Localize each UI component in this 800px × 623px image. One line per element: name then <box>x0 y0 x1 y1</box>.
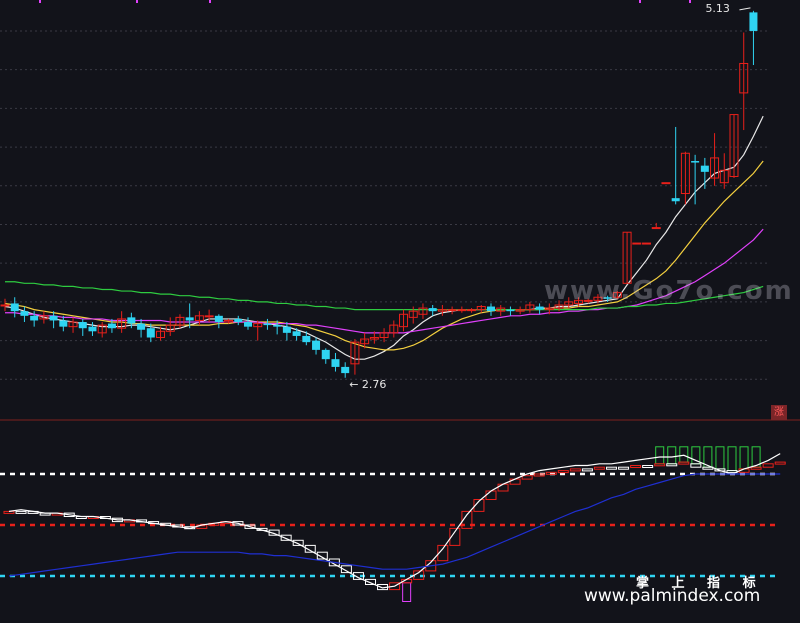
candle-body-down <box>185 317 194 321</box>
candle-body-down <box>749 12 758 31</box>
box-flat <box>581 468 593 472</box>
candle-body-down <box>146 328 155 338</box>
candle-body-down <box>234 318 243 323</box>
candle-body-down <box>263 323 272 326</box>
box-up <box>485 490 497 500</box>
watermark-palmindex: www.palmindex.com <box>584 586 761 606</box>
spike-bar <box>667 446 677 465</box>
candle-body-down <box>691 161 700 163</box>
candle-body-down <box>10 303 19 312</box>
candle-body-down <box>78 322 87 329</box>
candle-body-down <box>487 306 495 312</box>
candle-body-down <box>671 198 680 202</box>
candle-body-up <box>661 182 671 185</box>
spike-bar <box>739 446 749 470</box>
candle-body-down <box>214 315 223 323</box>
candle-body-up <box>642 242 652 245</box>
rise-badge: 涨 <box>771 405 787 420</box>
spike-bar <box>402 582 412 602</box>
candle-body-down <box>88 326 97 332</box>
candle-body-down <box>244 322 252 327</box>
spike-bar <box>727 446 737 472</box>
box-flat <box>606 466 617 470</box>
candle-body-up <box>0 304 10 307</box>
low-price-value: 2.76 <box>361 377 387 391</box>
candle-body-down <box>341 366 350 374</box>
box-up <box>630 465 642 468</box>
candle-body-up <box>457 309 467 312</box>
candle-body-down <box>59 320 68 327</box>
watermark-go7o: www.Go7o.com <box>544 276 794 306</box>
candle-body-down <box>312 340 321 350</box>
candle-body-up <box>632 242 642 245</box>
candle-body-down <box>30 315 39 321</box>
spike-bar <box>679 446 689 463</box>
candle-body-down <box>428 308 437 312</box>
high-price-label: 5.13 <box>705 1 730 15</box>
candle-body-down <box>321 349 330 360</box>
box-flat <box>666 463 678 467</box>
box-up <box>569 468 581 472</box>
box-up <box>593 466 605 470</box>
candle-body-down <box>302 335 311 343</box>
box-up <box>750 466 762 470</box>
box-up <box>509 478 521 485</box>
stock-chart <box>0 0 800 602</box>
candle-body-down <box>535 306 544 310</box>
candle-body-down <box>700 165 709 172</box>
candle-body-up <box>204 315 214 318</box>
candle-body-down <box>137 323 146 330</box>
candle-body-up <box>447 309 457 312</box>
candle-body-down <box>20 311 29 316</box>
spike-bar <box>655 446 665 465</box>
chart-stage: www.Go7o.com 掌 上 指 标 www.palmindex.com 涨… <box>0 0 800 623</box>
box-flat <box>15 510 27 514</box>
box-up <box>762 463 774 468</box>
box-up <box>497 483 509 492</box>
box-up <box>654 463 666 467</box>
high-arrow <box>739 7 751 11</box>
low-price-label: ← 2.76 <box>349 377 387 391</box>
box-flat <box>618 466 630 470</box>
box-flat <box>642 465 654 468</box>
spike-bar <box>715 446 725 470</box>
candle-body-up <box>651 227 661 230</box>
box-up <box>557 470 569 474</box>
box-up <box>3 510 15 514</box>
candle-body-down <box>107 323 116 329</box>
box-down <box>690 463 702 468</box>
candle-body-down <box>49 315 58 321</box>
candle-body-down <box>273 325 282 327</box>
candle-body-down <box>506 309 515 312</box>
candle-body-down <box>282 326 291 333</box>
ma-line-ma5 <box>4 115 764 360</box>
candle-body-up <box>467 309 477 312</box>
box-up <box>774 461 786 465</box>
candle-body-down <box>127 317 136 324</box>
candle-body-down <box>292 331 301 336</box>
box-up <box>521 475 533 480</box>
box-up <box>678 461 690 465</box>
candle-body-down <box>331 359 340 367</box>
